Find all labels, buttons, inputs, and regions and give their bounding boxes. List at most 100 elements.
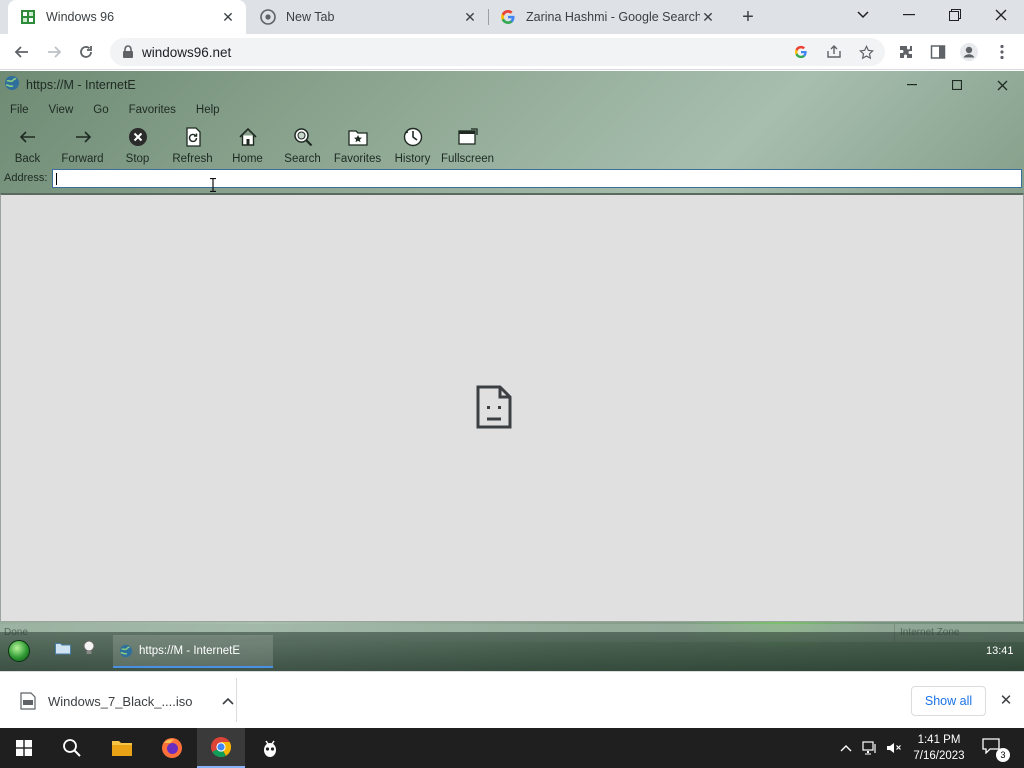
lightbulb-icon[interactable] <box>80 639 98 657</box>
side-panel-icon[interactable] <box>924 38 952 66</box>
ie-address-caret-holder <box>52 169 1022 188</box>
ie-favorites-label: Favorites <box>333 153 382 165</box>
tab-google-search[interactable]: Zarina Hashmi - Google Search ✕ <box>488 0 726 34</box>
extensions-icon[interactable] <box>892 38 920 66</box>
fullscreen-window-icon <box>456 125 480 149</box>
ie-window-title: https://M - InternetE <box>26 78 136 92</box>
chevron-up-icon[interactable] <box>221 694 235 708</box>
download-item[interactable]: Windows_7_Black_....iso <box>20 689 235 713</box>
ie-stop-label: Stop <box>125 153 150 165</box>
google-lens-icon[interactable] <box>793 44 809 60</box>
menu-view[interactable]: View <box>39 101 84 121</box>
close-window-button[interactable] <box>978 0 1024 30</box>
refresh-icon <box>181 125 205 149</box>
download-divider <box>236 678 237 722</box>
ie-close-button[interactable] <box>992 75 1012 95</box>
ie-window-titlebar[interactable]: https://M - InternetE <box>0 71 1024 99</box>
ie-back-button[interactable]: Back <box>0 123 55 169</box>
url-text: windows96.net <box>142 44 232 60</box>
close-tab-icon[interactable]: ✕ <box>462 9 478 25</box>
ie-address-row: Address: <box>0 169 1024 189</box>
ie-address-label: Address: <box>4 172 48 184</box>
ie-refresh-label: Refresh <box>172 153 213 165</box>
browser-tab-strip: Windows 96 ✕ New Tab ✕ Zarina Hashmi - G… <box>0 0 1024 34</box>
ie-stop-button[interactable]: Stop <box>110 123 165 169</box>
share-icon[interactable] <box>826 44 842 60</box>
chrome-menu-icon[interactable] <box>988 38 1016 66</box>
back-arrow-icon <box>16 125 40 149</box>
file-explorer-icon[interactable] <box>98 728 146 768</box>
favorites-folder-icon <box>346 125 370 149</box>
ie-favorites-button[interactable]: Favorites <box>330 123 385 169</box>
address-bar[interactable]: windows96.net <box>110 38 885 66</box>
tab-search-button[interactable] <box>840 0 886 30</box>
menu-file[interactable]: File <box>0 101 39 121</box>
ie-forward-label: Forward <box>61 153 104 165</box>
ie-fullscreen-button[interactable]: Fullscreen <box>440 123 495 169</box>
tab-new-tab[interactable]: New Tab ✕ <box>248 0 488 34</box>
firefox-icon[interactable] <box>148 728 196 768</box>
sad-page-error-icon <box>476 385 512 429</box>
windows96-taskbar: https://M - InternetE 13:41 <box>0 632 1024 671</box>
close-download-bar-icon[interactable]: ✕ <box>998 692 1014 709</box>
app-bug-icon[interactable] <box>246 728 294 768</box>
menu-favorites[interactable]: Favorites <box>119 101 186 121</box>
ie-page-viewport[interactable] <box>0 193 1024 622</box>
chevron-up-tray-icon[interactable] <box>838 740 854 756</box>
new-tab-button[interactable]: + <box>736 5 760 29</box>
history-clock-icon <box>401 125 425 149</box>
menu-go[interactable]: Go <box>83 101 118 121</box>
back-button[interactable] <box>8 38 36 66</box>
browser-toolbar: windows96.net <box>0 34 1024 70</box>
windows-start-icon[interactable] <box>0 728 48 768</box>
ie-search-label: Search <box>284 153 321 165</box>
ie-back-label: Back <box>14 153 41 165</box>
w96-clock: 13:41 <box>986 645 1014 657</box>
w96-taskbar-ie-button[interactable]: https://M - InternetE <box>113 635 273 668</box>
ie-toolbar: Back Forward Stop Refresh Home Search Fa… <box>0 123 495 169</box>
ie-refresh-button[interactable]: Refresh <box>165 123 220 169</box>
ie-menubar: File View Go Favorites Help <box>0 101 230 121</box>
close-tab-icon[interactable]: ✕ <box>700 9 716 25</box>
search-globe-icon <box>291 125 315 149</box>
close-tab-icon[interactable]: ✕ <box>220 9 236 25</box>
tab-title: Windows 96 <box>46 10 115 24</box>
clock-date: 7/16/2023 <box>913 750 965 762</box>
ie-search-button[interactable]: Search <box>275 123 330 169</box>
google-icon <box>500 9 516 25</box>
tab-windows96[interactable]: Windows 96 ✕ <box>8 0 246 34</box>
ie-forward-button[interactable]: Forward <box>55 123 110 169</box>
windows96-desktop: https://M - InternetE File View Go Favor… <box>0 71 1024 671</box>
ie-globe-icon <box>119 644 133 657</box>
forward-button[interactable] <box>40 38 68 66</box>
menu-help[interactable]: Help <box>186 101 230 121</box>
ie-globe-icon <box>4 75 20 91</box>
lock-icon[interactable] <box>122 45 134 59</box>
home-icon <box>236 125 260 149</box>
show-all-button[interactable]: Show all <box>911 686 986 716</box>
chrome-icon <box>260 9 276 25</box>
network-icon[interactable] <box>862 740 878 756</box>
search-icon[interactable] <box>48 728 96 768</box>
restore-button[interactable] <box>932 0 978 30</box>
volume-muted-icon[interactable] <box>886 740 902 756</box>
notification-badge: 3 <box>996 748 1010 762</box>
system-clock[interactable]: 1:41 PM 7/16/2023 <box>908 732 970 764</box>
action-center-icon[interactable]: 3 <box>982 738 1010 762</box>
ie-history-button[interactable]: History <box>385 123 440 169</box>
w96-start-button[interactable] <box>8 640 30 662</box>
profile-avatar-icon[interactable] <box>955 38 983 66</box>
bookmark-star-icon[interactable] <box>858 44 874 60</box>
reload-button[interactable] <box>72 38 100 66</box>
ie-home-button[interactable]: Home <box>220 123 275 169</box>
download-file-name: Windows_7_Black_....iso <box>48 693 193 709</box>
ie-minimize-button[interactable] <box>902 75 922 95</box>
forward-arrow-icon <box>71 125 95 149</box>
chrome-taskbar-icon[interactable] <box>197 728 245 768</box>
w96-taskbar-label: https://M - InternetE <box>139 644 240 657</box>
iso-file-icon <box>20 692 36 710</box>
ie-maximize-button[interactable] <box>947 75 967 95</box>
folder-icon[interactable] <box>54 639 72 657</box>
minimize-button[interactable] <box>886 0 932 30</box>
tab-title: Zarina Hashmi - Google Search <box>526 10 700 24</box>
